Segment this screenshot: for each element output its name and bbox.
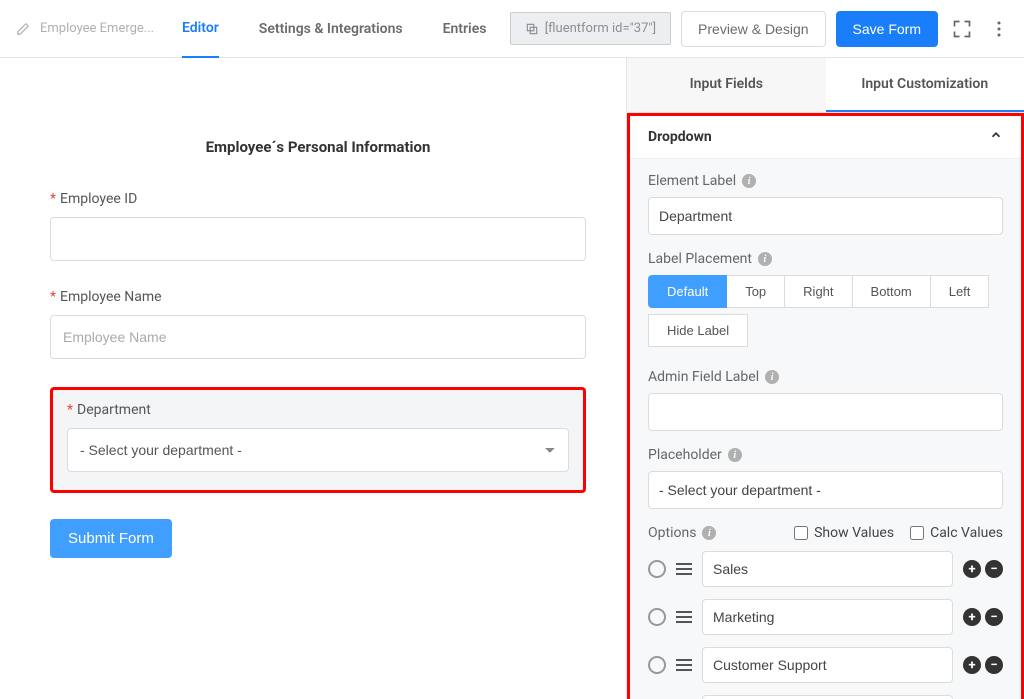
options-caption: Options i xyxy=(648,525,716,541)
element-label-caption: Element Label i xyxy=(648,173,1003,189)
option-label-input[interactable] xyxy=(702,551,953,587)
copy-icon xyxy=(525,22,539,36)
option-label-input[interactable] xyxy=(702,647,953,683)
add-option-button[interactable]: + xyxy=(963,656,981,674)
employee-id-label: *Employee ID xyxy=(50,191,586,207)
employee-name-label: *Employee Name xyxy=(50,289,586,305)
submit-button[interactable]: Submit Form xyxy=(50,519,172,558)
placeholder-caption: Placeholder i xyxy=(648,447,1003,463)
options-list: +−+−+−+− xyxy=(648,551,1003,699)
drag-handle-icon[interactable] xyxy=(676,563,692,575)
save-button[interactable]: Save Form xyxy=(836,11,938,47)
option-radio[interactable] xyxy=(648,608,666,626)
nav-tabs: Editor Settings & Integrations Entries xyxy=(182,0,486,58)
option-row: +− xyxy=(648,695,1003,699)
option-row: +− xyxy=(648,551,1003,587)
tab-settings[interactable]: Settings & Integrations xyxy=(259,1,403,57)
add-option-button[interactable]: + xyxy=(963,608,981,626)
accordion-dropdown[interactable]: Dropdown xyxy=(630,116,1021,159)
more-icon[interactable] xyxy=(986,16,1012,42)
admin-field-label-caption: Admin Field Label i xyxy=(648,369,1003,385)
field-employee-name[interactable]: *Employee Name xyxy=(50,289,586,359)
department-label: *Department xyxy=(67,402,569,418)
main-layout: Employee´s Personal Information *Employe… xyxy=(0,58,1024,699)
top-header: Employee Emerge... Editor Settings & Int… xyxy=(0,0,1024,58)
placeholder-input[interactable] xyxy=(648,471,1003,509)
option-label-input[interactable] xyxy=(702,695,953,699)
help-icon[interactable]: i xyxy=(758,252,772,266)
remove-option-button[interactable]: − xyxy=(985,560,1003,578)
fullscreen-icon[interactable] xyxy=(948,15,976,43)
help-icon[interactable]: i xyxy=(702,526,716,540)
sidebar: Input Fields Input Customization Dropdow… xyxy=(626,58,1024,699)
options-header: Options i Show Values Calc Values xyxy=(648,525,1003,541)
label-placement-group: DefaultTopRightBottomLeft Hide Label xyxy=(648,275,1003,353)
field-employee-id[interactable]: *Employee ID xyxy=(50,191,586,261)
form-title[interactable]: Employee Emerge... xyxy=(12,18,162,40)
add-option-button[interactable]: + xyxy=(963,560,981,578)
chevron-up-icon xyxy=(989,128,1003,146)
label-placement-caption: Label Placement i xyxy=(648,251,1003,267)
drag-handle-icon[interactable] xyxy=(676,611,692,623)
show-values-checkbox[interactable]: Show Values xyxy=(794,525,894,541)
shortcode-text: [fluentform id="37"] xyxy=(545,21,656,36)
placement-bottom[interactable]: Bottom xyxy=(852,275,931,308)
tab-editor[interactable]: Editor xyxy=(182,0,219,58)
employee-name-input[interactable] xyxy=(50,315,586,359)
option-row: +− xyxy=(648,599,1003,635)
option-label-input[interactable] xyxy=(702,599,953,635)
header-actions: [fluentform id="37"] Preview & Design Sa… xyxy=(510,11,1012,47)
option-radio[interactable] xyxy=(648,560,666,578)
help-icon[interactable]: i xyxy=(765,370,779,384)
option-radio[interactable] xyxy=(648,656,666,674)
remove-option-button[interactable]: − xyxy=(985,656,1003,674)
placement-hide-label[interactable]: Hide Label xyxy=(648,314,748,347)
help-icon[interactable]: i xyxy=(728,448,742,462)
preview-button[interactable]: Preview & Design xyxy=(681,11,826,47)
calc-values-checkbox[interactable]: Calc Values xyxy=(910,525,1003,541)
form-title-text: Employee Emerge... xyxy=(40,21,154,36)
pencil-icon xyxy=(12,18,34,40)
placement-top[interactable]: Top xyxy=(726,275,785,308)
field-department-selected[interactable]: *Department - Select your department - xyxy=(50,387,586,493)
option-row: +− xyxy=(648,647,1003,683)
shortcode-box[interactable]: [fluentform id="37"] xyxy=(510,12,671,45)
tab-entries[interactable]: Entries xyxy=(443,1,487,57)
placement-right[interactable]: Right xyxy=(784,275,852,308)
remove-option-button[interactable]: − xyxy=(985,608,1003,626)
form-heading: Employee´s Personal Information xyxy=(50,138,586,156)
placement-left[interactable]: Left xyxy=(930,275,990,308)
admin-field-label-input[interactable] xyxy=(648,393,1003,431)
drag-handle-icon[interactable] xyxy=(676,659,692,671)
form-canvas: Employee´s Personal Information *Employe… xyxy=(0,58,626,699)
tab-input-customization[interactable]: Input Customization xyxy=(826,58,1024,112)
help-icon[interactable]: i xyxy=(742,174,756,188)
sidebar-settings: Element Label i Label Placement i Defaul… xyxy=(630,159,1021,699)
department-select[interactable]: - Select your department - xyxy=(67,428,569,472)
accordion-title: Dropdown xyxy=(648,129,712,145)
tab-input-fields[interactable]: Input Fields xyxy=(627,58,826,112)
element-label-input[interactable] xyxy=(648,197,1003,235)
sidebar-tabs: Input Fields Input Customization xyxy=(627,58,1024,113)
sidebar-body: Dropdown Element Label i Label Placement… xyxy=(627,113,1024,699)
employee-id-input[interactable] xyxy=(50,217,586,261)
placement-default[interactable]: Default xyxy=(648,275,727,308)
